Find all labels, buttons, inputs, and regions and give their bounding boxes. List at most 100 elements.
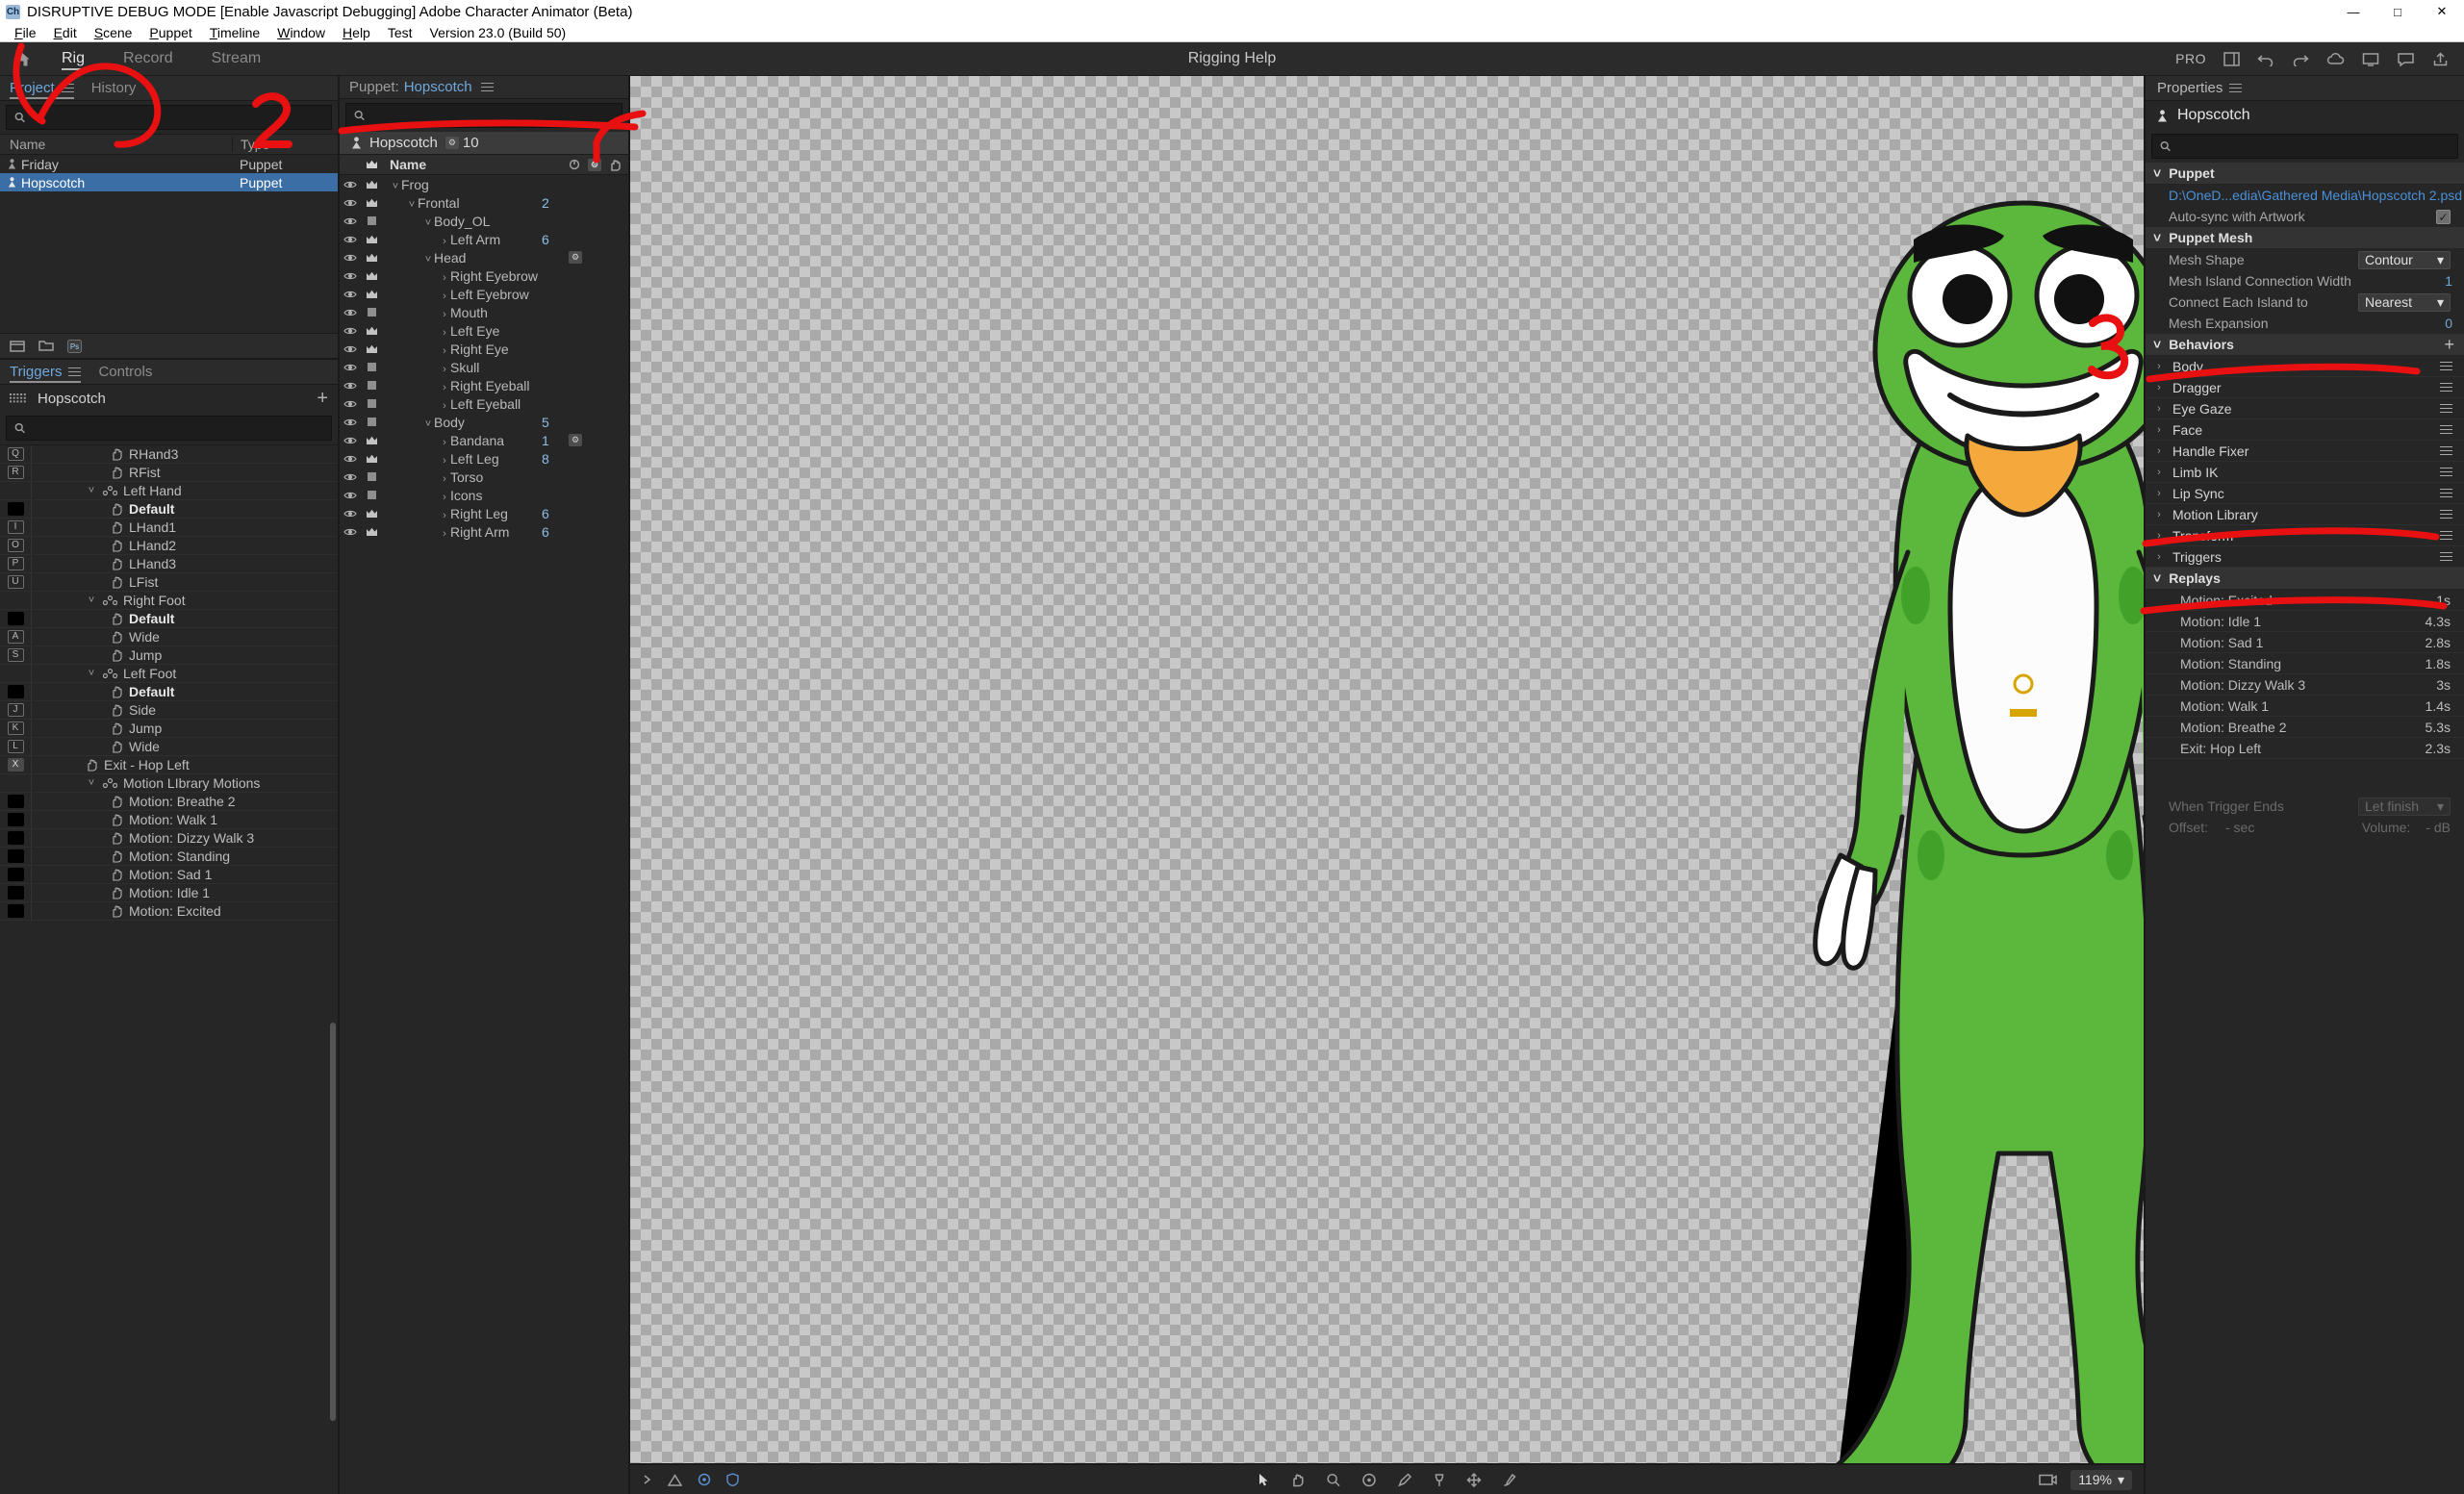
home-icon[interactable] [0,42,42,75]
square-icon[interactable] [361,381,382,390]
mesh-expansion-value[interactable]: 0 [2445,316,2452,331]
new-scene-icon[interactable] [10,340,25,352]
canvas-stage[interactable] [630,76,2144,1463]
replay-row[interactable]: Motion: Standing 1.8s [2146,653,2464,674]
disclosure-chevron-icon[interactable]: ˅ [86,668,97,679]
disclosure-chevron-icon[interactable]: › [439,309,450,320]
trigger-key-swatch[interactable] [7,868,24,881]
replay-row[interactable]: Motion: Breathe 2 5.3s [2146,717,2464,738]
behavior-menu-icon[interactable] [2440,423,2452,437]
tab-triggers[interactable]: Triggers [10,360,82,385]
disclosure-chevron-icon[interactable]: ˅ [86,777,97,789]
disclosure-chevron-icon[interactable]: ˅ [422,418,434,430]
undo-icon[interactable] [2257,52,2274,66]
disclosure-chevron-icon[interactable]: › [2153,403,2165,415]
trigger-row[interactable]: S Jump [0,646,338,665]
disclosure-chevron-icon[interactable]: › [439,236,450,247]
behavior-menu-icon[interactable] [2440,360,2452,373]
trigger-key-swatch[interactable] [7,795,24,808]
section-behaviors[interactable]: ˅ Behaviors + [2146,334,2464,356]
crown-icon[interactable] [361,271,382,281]
replay-row[interactable]: Motion: Walk 1 1.4s [2146,696,2464,717]
trigger-key-swatch[interactable] [7,831,24,845]
properties-menu-icon[interactable] [2229,81,2243,95]
trigger-key-swatch[interactable] [7,849,24,863]
behavior-row[interactable]: › Body [2146,356,2464,377]
crown-icon[interactable] [361,253,382,263]
disclosure-chevron-icon[interactable]: › [439,528,450,540]
replay-row[interactable]: Exit: Hop Left 2.3s [2146,738,2464,759]
connect-island-select[interactable]: Nearest ▾ [2358,292,2451,312]
disclosure-chevron-icon[interactable]: › [2153,361,2165,372]
volume-value[interactable]: - dB [2426,820,2451,835]
disclosure-chevron-icon[interactable]: › [2153,509,2165,520]
autosync-checkbox[interactable]: ✓ [2436,210,2451,225]
disclosure-chevron-icon[interactable]: › [439,510,450,521]
project-search-input[interactable] [31,110,323,125]
behavior-row[interactable]: › Motion Library [2146,504,2464,525]
select-tool-icon[interactable] [1257,1473,1269,1487]
trigger-key[interactable]: I [7,520,24,534]
replay-row[interactable]: Motion: Sad 1 2.8s [2146,632,2464,653]
disclosure-chevron-icon[interactable]: ˅ [86,595,97,606]
trigger-key[interactable]: K [7,722,24,735]
offset-value[interactable]: - sec [2225,820,2254,835]
project-search[interactable] [6,105,332,130]
behavior-menu-icon[interactable] [2440,444,2452,458]
pin-tool-icon[interactable] [1433,1473,1445,1487]
menu-edit[interactable]: Edit [45,23,86,42]
disclosure-chevron-icon[interactable]: › [2153,488,2165,499]
hierarchy-selected-puppet[interactable]: Hopscotch ⚙ 10 [340,132,628,155]
triggers-search[interactable] [6,416,332,441]
behavior-menu-icon[interactable] [2440,550,2452,564]
triggers-scrollbar[interactable] [330,1022,336,1421]
tab-project[interactable]: Project [10,76,74,101]
disclosure-chevron-icon[interactable]: ˅ [390,181,401,192]
crown-icon[interactable] [361,454,382,464]
menu-test[interactable]: Test [379,23,421,42]
minimize-button[interactable]: — [2331,0,2375,23]
disclosure-chevron-icon[interactable]: ˅ [406,199,418,211]
hierarchy-row[interactable]: › Right Eyeball [340,376,628,394]
square-icon[interactable] [361,363,382,371]
expand-icon[interactable] [642,1474,652,1485]
trigger-row[interactable]: Default [0,610,338,628]
hierarchy-search[interactable] [345,103,622,128]
hierarchy-col-name[interactable]: Name [382,157,542,172]
visibility-toggle-icon[interactable] [340,271,361,281]
visibility-toggle-icon[interactable] [340,472,361,482]
crown-icon[interactable] [361,436,382,445]
visibility-toggle-icon[interactable] [340,308,361,317]
disclosure-chevron-icon[interactable]: › [2153,551,2165,563]
hierarchy-tree[interactable]: ˅ Frog ˅ Frontal 2 ˅ Body_OL › Left Arm 6 ˅ Head ⚙ › R… [340,175,628,541]
behavior-row[interactable]: › Triggers [2146,546,2464,568]
visibility-toggle-icon[interactable] [340,509,361,519]
square-icon[interactable] [361,491,382,499]
hierarchy-row[interactable]: › Right Arm 6 [340,522,628,541]
menu-puppet[interactable]: Puppet [140,23,200,42]
cloud-icon[interactable] [2326,52,2345,66]
crown-icon[interactable] [361,198,382,208]
triggers-menu-icon[interactable] [68,365,82,379]
trigger-row[interactable]: Motion: Standing [0,848,338,866]
trigger-row[interactable]: J Side [0,701,338,720]
behavior-row[interactable]: › Dragger [2146,377,2464,398]
cycle-icon[interactable] [569,159,580,170]
tab-controls[interactable]: Controls [98,360,152,385]
section-replays[interactable]: ˅ Replays [2146,568,2464,590]
disclosure-chevron-icon[interactable]: › [439,345,450,357]
trigger-row[interactable]: Motion: Idle 1 [0,884,338,902]
trigger-row[interactable]: A Wide [0,628,338,646]
behavior-row[interactable]: › Lip Sync [2146,483,2464,504]
ellipse-tool-icon[interactable] [1361,1473,1376,1487]
behavior-row[interactable]: › Handle Fixer [2146,441,2464,462]
visibility-toggle-icon[interactable] [340,326,361,336]
hierarchy-row[interactable]: › Left Leg 8 [340,449,628,468]
trigger-key[interactable]: R [7,466,24,479]
hierarchy-row[interactable]: ˅ Head ⚙ [340,248,628,266]
replay-row[interactable]: Motion: Idle 1 4.3s [2146,611,2464,632]
mesh-shape-select[interactable]: Contour ▾ [2358,250,2451,269]
visibility-toggle-icon[interactable] [340,216,361,226]
behavior-menu-icon[interactable] [2440,381,2452,394]
behavior-menu-icon[interactable] [2440,402,2452,416]
